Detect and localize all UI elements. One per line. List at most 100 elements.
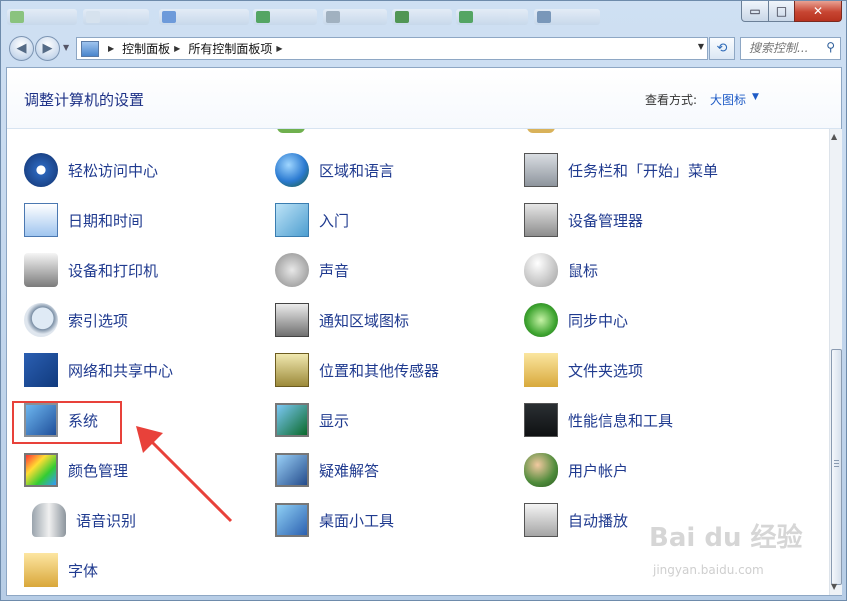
item-label: 自动播放 [568,511,629,530]
search-icon[interactable]: ⚲ [826,40,835,54]
close-button[interactable]: ✕ [794,1,842,22]
maximize-button[interactable]: □ [768,1,795,22]
speaker-icon [275,253,309,287]
performance-icon [524,403,558,437]
autoplay-icon [524,503,558,537]
control-panel-item[interactable]: 声音 [275,250,515,290]
control-panel-item[interactable]: 文件夹选项 [524,350,764,390]
region-language-icon [275,153,309,187]
arrow-right-icon: ▶ [42,41,53,56]
item-label: 设备和打印机 [68,261,159,280]
annotation-arrow [136,426,233,523]
control-panel-item[interactable]: 轻松访问中心 [24,150,264,190]
item-label: 同步中心 [568,311,629,330]
view-by-label: 查看方式: [645,93,698,107]
blurred-tab [7,9,77,25]
control-panel-item[interactable]: 同步中心 [524,300,764,340]
item-label: 设备管理器 [568,211,644,230]
breadcrumb-all-items[interactable]: 所有控制面板项 [188,40,272,57]
item-label: 任务栏和「开始」菜单 [568,161,719,180]
item-label: 网络和共享中心 [68,361,174,380]
search-box[interactable]: ⚲ [740,37,841,60]
item-label: 声音 [319,261,350,280]
watermark: Bai du 经验 [649,523,803,553]
folder-options-icon [524,353,558,387]
navigation-bar: ◀ ▶ ▼ ▶ 控制面板 ▶ 所有控制面板项 ▶ ▼ ⟲ ⚲ [1,33,846,63]
blurred-tab [534,9,600,25]
location-sensor-icon [275,353,309,387]
control-panel-item[interactable]: 通知区域图标 [275,300,515,340]
page-title: 调整计算机的设置 [24,91,145,109]
item-label: 语音识别 [76,511,137,530]
refresh-icon: ⟲ [716,41,728,56]
scroll-down-icon[interactable]: ▼ [831,582,837,591]
blurred-tab [392,9,452,25]
scrollbar-thumb[interactable] [831,349,842,585]
content-header: 调整计算机的设置 查看方式: 大图标 ▼ [7,68,841,129]
view-by-dropdown[interactable]: 大图标 [710,91,746,108]
control-panel-item[interactable]: 桌面小工具 [275,500,515,540]
item-label: 通知区域图标 [319,311,410,330]
color-management-icon [24,453,58,487]
blurred-tab [253,9,317,25]
arrow-left-icon: ◀ [16,41,27,56]
indexing-icon [24,303,58,337]
highlight-box [12,401,122,444]
item-label: 入门 [319,211,350,230]
vertical-scrollbar[interactable]: ▲ ▼ [829,129,842,595]
control-panel-item[interactable]: 疑难解答 [275,450,515,490]
scroll-up-icon[interactable]: ▲ [831,132,837,141]
item-label: 疑难解答 [319,461,380,480]
watermark-url: jingyan.baidu.com [653,563,764,577]
forward-button[interactable]: ▶ [35,36,60,61]
refresh-button[interactable]: ⟲ [709,37,735,60]
control-panel-item[interactable]: 索引选项 [24,300,264,340]
blurred-tab [456,9,528,25]
control-panel-item[interactable]: 显示 [275,400,515,440]
minimize-button[interactable]: ▭ [741,1,769,22]
chevron-right-icon[interactable]: ▶ [174,44,180,53]
device-manager-icon [524,203,558,237]
control-panel-item[interactable]: 位置和其他传感器 [275,350,515,390]
recent-pages-dropdown[interactable]: ▼ [63,43,69,52]
control-panel-item[interactable]: 区域和语言 [275,150,515,190]
control-panel-item[interactable]: 字体 [24,550,264,590]
address-bar[interactable]: ▶ 控制面板 ▶ 所有控制面板项 ▶ ▼ [76,37,708,60]
item-label: 区域和语言 [319,161,395,180]
control-panel-item[interactable]: 性能信息和工具 [524,400,764,440]
search-input[interactable] [741,38,819,57]
control-panel-item[interactable]: 鼠标 [524,250,764,290]
blurred-tab [323,9,387,25]
item-label: 文件夹选项 [568,361,644,380]
sync-center-icon [524,303,558,337]
item-label: 颜色管理 [68,461,129,480]
item-label: 索引选项 [68,311,129,330]
chevron-right-icon[interactable]: ▶ [276,44,282,53]
gadgets-icon [275,503,309,537]
getting-started-icon [275,203,309,237]
caret-down-icon[interactable]: ▼ [752,92,759,102]
control-panel-item[interactable]: 任务栏和「开始」菜单 [524,150,764,190]
printer-icon [24,253,58,287]
notification-area-icon [275,303,309,337]
item-label: 日期和时间 [68,211,144,230]
address-dropdown-icon[interactable]: ▼ [698,42,704,51]
control-panel-item[interactable]: 设备管理器 [524,200,764,240]
user-accounts-icon [524,453,558,487]
back-button[interactable]: ◀ [9,36,34,61]
control-panel-item[interactable]: 网络和共享中心 [24,350,264,390]
item-label: 性能信息和工具 [568,411,674,430]
control-panel-item[interactable]: 用户帐户 [524,450,764,490]
mouse-icon [524,253,558,287]
partial-icon [277,129,305,133]
control-panel-item[interactable]: 入门 [275,200,515,240]
display-icon [275,403,309,437]
chevron-right-icon[interactable]: ▶ [108,44,114,53]
breadcrumb-control-panel[interactable]: 控制面板 [122,40,170,57]
control-panel-item[interactable]: 设备和打印机 [24,250,264,290]
fonts-icon [24,553,58,587]
control-panel-icon [81,40,99,57]
item-label: 显示 [319,411,350,430]
control-panel-item[interactable]: 日期和时间 [24,200,264,240]
item-label: 鼠标 [568,261,599,280]
